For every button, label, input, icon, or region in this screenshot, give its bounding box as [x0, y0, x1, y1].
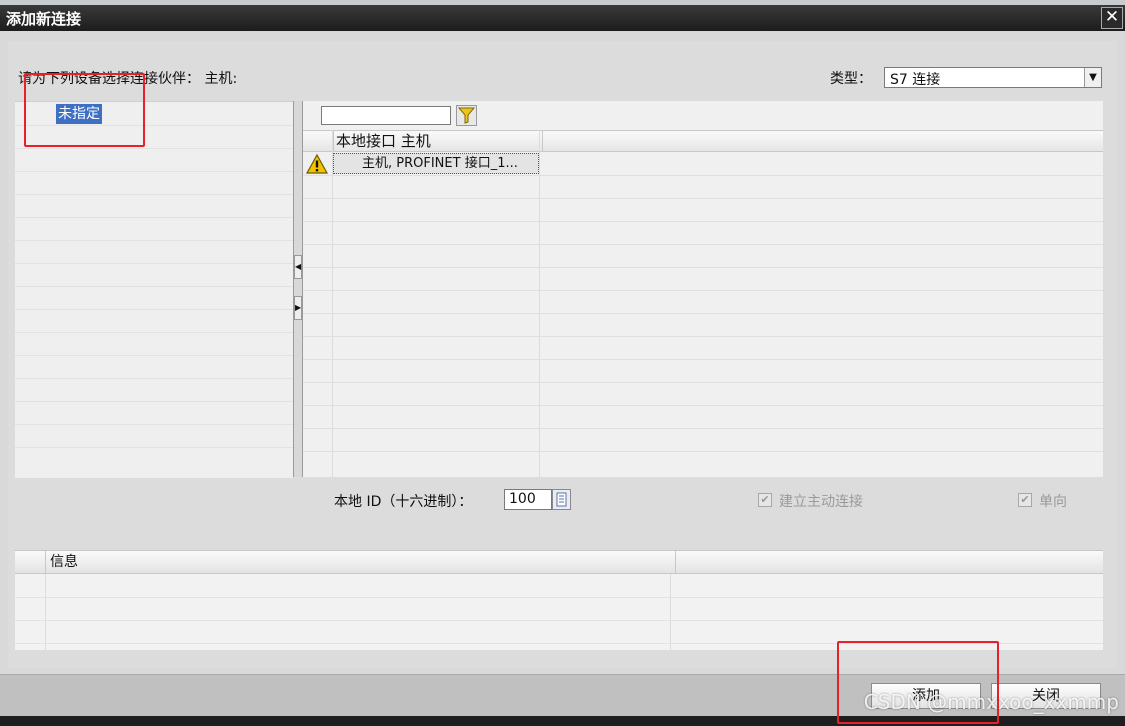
collapse-left-icon[interactable]: ◀	[294, 255, 302, 279]
column-header-info[interactable]: 信息	[45, 551, 676, 573]
dialog-titlebar: 添加新连接 ✕	[0, 5, 1125, 31]
local-interface-cell[interactable]: 主机, PROFINET 接口_1...	[333, 153, 539, 174]
connection-type-select[interactable]: S7 连接 ▼	[884, 67, 1102, 88]
info-table-header: 信息	[15, 550, 1103, 574]
one-way-label: 单向	[1039, 494, 1067, 510]
table-row[interactable]: 主机, PROFINET 接口_1...	[303, 152, 1103, 176]
pane-splitter[interactable]: ◀ ▶	[293, 101, 303, 477]
filter-input[interactable]	[321, 106, 451, 125]
close-icon[interactable]: ✕	[1101, 7, 1123, 29]
info-table: 信息	[15, 550, 1103, 650]
warning-icon	[303, 152, 332, 176]
connection-type-value: S7 连接	[890, 72, 941, 88]
partner-list: 未指定	[15, 101, 293, 478]
active-connection-label: 建立主动连接	[779, 494, 863, 510]
highlight-box-partner	[24, 73, 145, 147]
interface-table-header: 本地接口 主机	[303, 130, 1103, 152]
dialog-title: 添加新连接	[6, 10, 82, 28]
active-connection-checkbox[interactable]: ✔	[758, 493, 772, 507]
column-header-local-interface[interactable]: 本地接口 主机	[333, 131, 543, 151]
filter-icon[interactable]	[456, 105, 477, 126]
connection-type-label: 类型：	[830, 71, 872, 87]
watermark-text: CSDN @mmxxoo_xxmmp	[863, 690, 1119, 714]
one-way-checkbox[interactable]: ✔	[1018, 493, 1032, 507]
interface-table-panel: 本地接口 主机 主机, PROFINET 接口_1...	[303, 101, 1103, 477]
local-id-label: 本地 ID（十六进制）：	[334, 494, 473, 510]
chevron-down-icon[interactable]: ▼	[1084, 68, 1101, 87]
local-id-input[interactable]: 100	[504, 489, 552, 510]
expand-right-icon[interactable]: ▶	[294, 296, 302, 320]
local-id-picker-icon[interactable]	[552, 489, 571, 510]
